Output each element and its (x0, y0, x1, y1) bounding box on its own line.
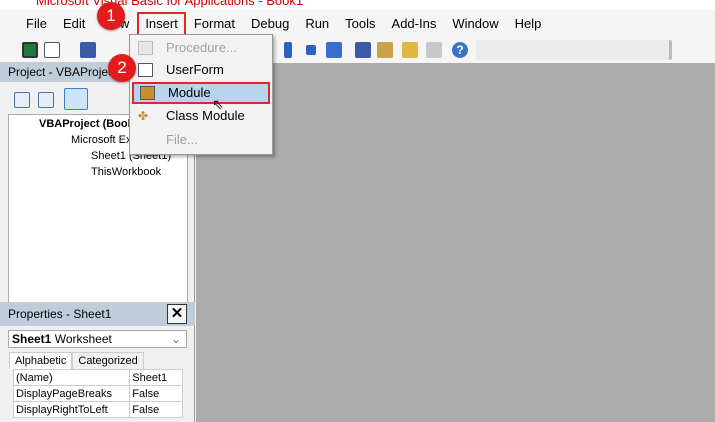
menu-insert[interactable]: Insert (137, 12, 186, 36)
procedure-icon (138, 41, 153, 55)
tree-node-vbaproject[interactable]: VBAProject (Book1) (39, 117, 144, 131)
menu-item-label: Class Module (166, 108, 245, 123)
menu-item-module[interactable]: Module (132, 82, 270, 104)
table-row: (Name) Sheet1 (12, 369, 183, 386)
property-value[interactable]: Sheet1 (129, 369, 183, 386)
object-name: Sheet1 (12, 332, 52, 346)
table-row: DisplayPageBreaks False (12, 385, 183, 402)
view-code-icon[interactable] (14, 92, 30, 108)
standard-toolbar: ? (0, 38, 715, 64)
menu-item-userform[interactable]: UserForm (132, 59, 270, 81)
userform-icon (138, 63, 153, 77)
class-module-icon: ✤ (138, 109, 149, 123)
step-badge-1: 1 (97, 2, 125, 30)
menu-item-label: Module (168, 85, 211, 100)
design-mode-icon[interactable] (326, 42, 342, 58)
step-badge-2: 2 (108, 54, 136, 82)
object-type: Worksheet (54, 332, 112, 346)
menu-item-file: File... (132, 129, 270, 151)
property-name[interactable]: DisplayPageBreaks (12, 385, 131, 402)
object-browser-icon[interactable] (402, 42, 418, 58)
view-object-icon[interactable] (38, 92, 54, 108)
insert-userform-icon[interactable] (44, 42, 60, 58)
properties-grid: (Name) Sheet1 DisplayPageBreaks False Disp… (12, 369, 183, 418)
pause-icon[interactable] (284, 42, 292, 58)
properties-window: Properties - Sheet1 ✕ Sheet1 Worksheet ⌄… (0, 302, 195, 418)
menu-add-ins[interactable]: Add-Ins (384, 14, 445, 34)
insert-menu-dropdown: Procedure... UserForm Module ✤ Class Modu… (129, 34, 273, 155)
menu-item-label: Procedure... (166, 40, 237, 55)
toolbox-icon[interactable] (426, 42, 442, 58)
property-name[interactable]: (Name) (12, 369, 131, 386)
property-value[interactable]: False (129, 401, 183, 418)
property-name[interactable]: DisplayRightToLeft (12, 401, 131, 418)
tab-alphabetic[interactable]: Alphabetic (9, 352, 73, 369)
tab-categorized[interactable]: Categorized (72, 352, 144, 369)
property-value[interactable]: False (129, 385, 183, 402)
tree-node-thisworkbook[interactable]: ThisWorkbook (91, 165, 161, 179)
project-explorer-icon[interactable] (355, 42, 371, 58)
menu-item-procedure: Procedure... (132, 37, 270, 59)
toggle-folders-icon[interactable] (64, 88, 88, 110)
mouse-cursor-icon: ⇖ (212, 96, 224, 112)
menu-file[interactable]: File (18, 14, 55, 34)
code-workarea[interactable] (196, 63, 715, 422)
table-row: DisplayRightToLeft False (12, 401, 183, 418)
properties-window-icon[interactable] (377, 42, 393, 58)
menu-format[interactable]: Format (186, 14, 243, 34)
save-icon[interactable] (80, 42, 96, 58)
menu-debug[interactable]: Debug (243, 14, 297, 34)
menu-item-label: File... (166, 132, 198, 147)
properties-title: Properties - Sheet1 (8, 307, 112, 321)
module-icon (140, 86, 155, 100)
excel-icon[interactable] (22, 42, 38, 58)
menu-edit[interactable]: Edit (55, 14, 93, 34)
object-selector[interactable]: Sheet1 Worksheet ⌄ (8, 330, 187, 348)
menu-item-label: UserForm (166, 62, 224, 77)
reset-icon[interactable] (306, 45, 316, 55)
close-icon[interactable]: ✕ (167, 304, 187, 324)
menu-help[interactable]: Help (507, 14, 550, 34)
menu-run[interactable]: Run (297, 14, 337, 34)
menu-item-class-module[interactable]: ✤ Class Module (132, 105, 270, 127)
chevron-down-icon: ⌄ (170, 332, 181, 346)
toolbar-position-field (476, 40, 672, 60)
help-icon[interactable]: ? (452, 42, 468, 58)
menu-window[interactable]: Window (444, 14, 506, 34)
menu-tools[interactable]: Tools (337, 14, 383, 34)
